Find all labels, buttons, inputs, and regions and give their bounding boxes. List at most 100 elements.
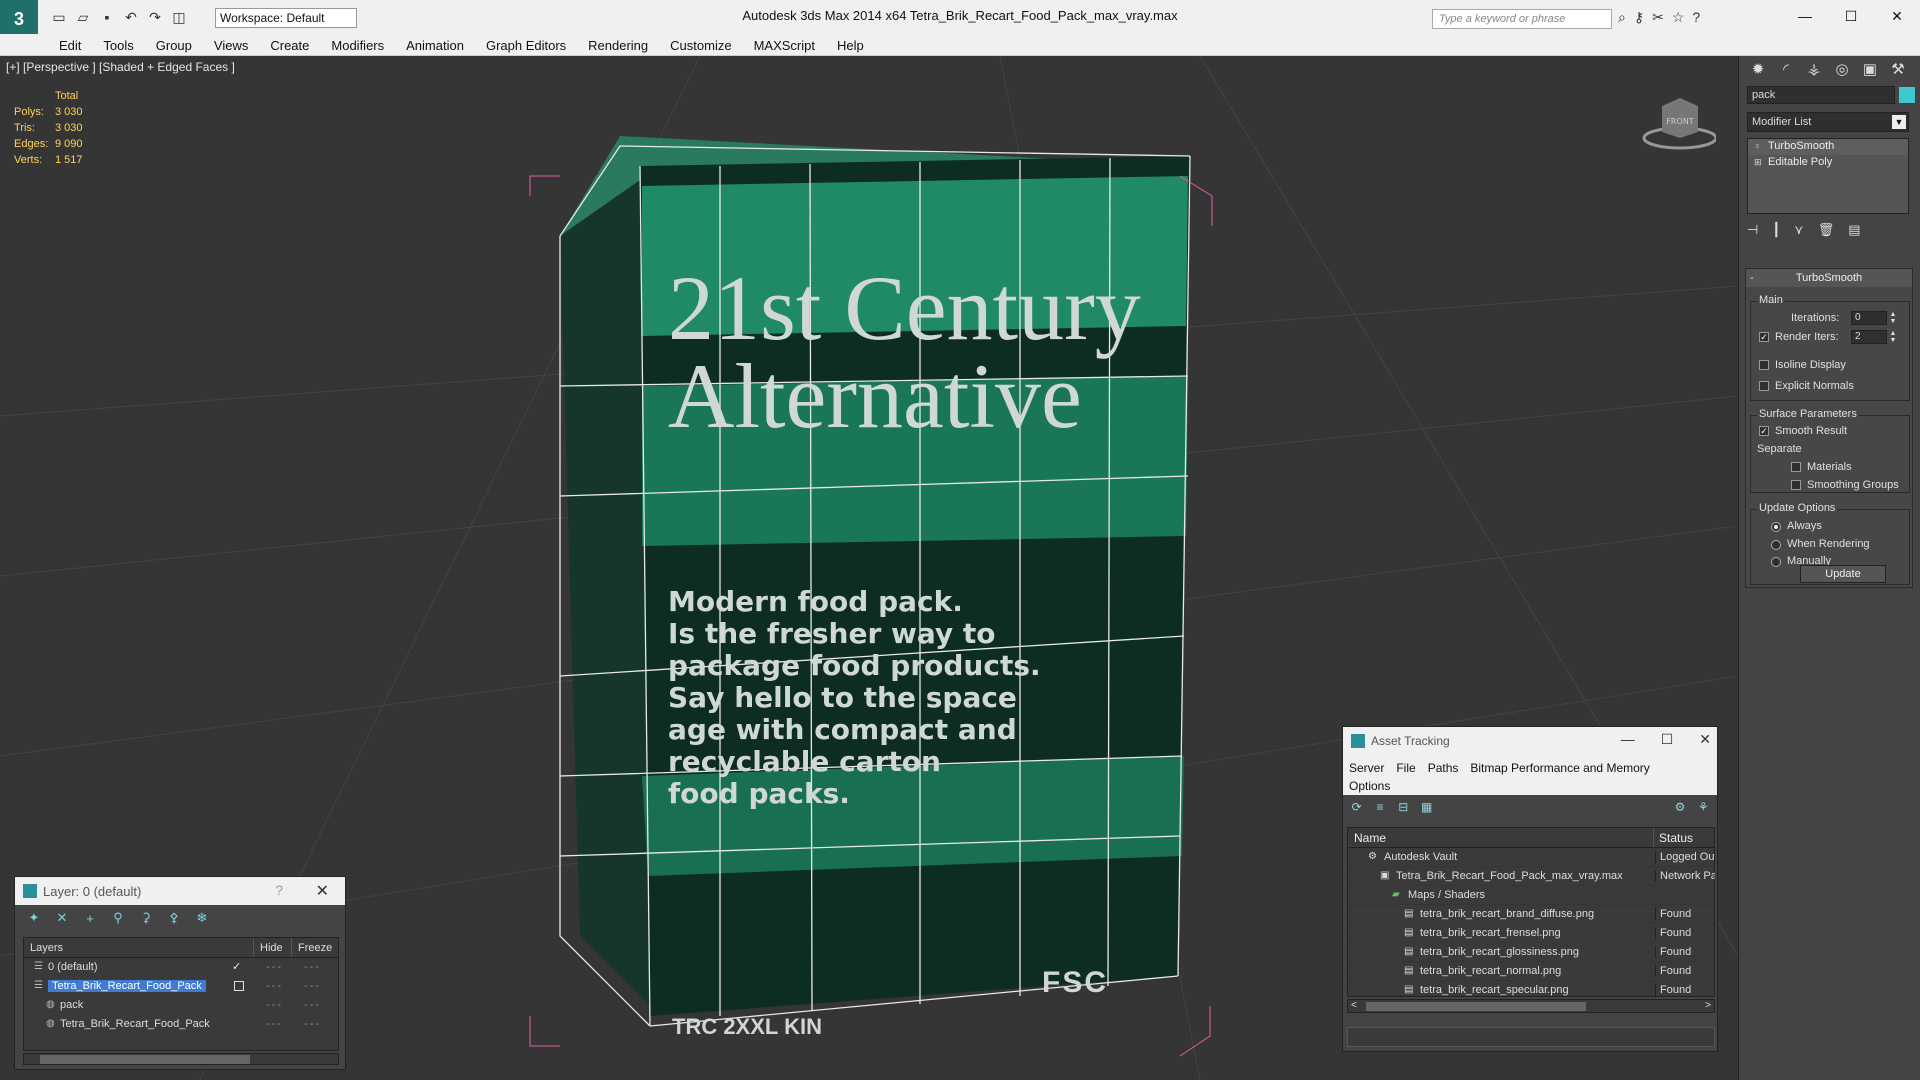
hierarchy-tab-icon[interactable]: ⚶ [1801,56,1827,82]
menu-item-customize[interactable]: Customize [659,34,742,55]
star-icon[interactable]: ☆ [1672,9,1685,26]
hide-toggle[interactable]: --- [266,1018,283,1030]
hide-toggle[interactable]: --- [266,961,283,973]
modifier-list-dropdown[interactable]: Modifier List ▼ [1747,112,1909,132]
close-icon[interactable]: ✕ [1874,0,1920,32]
viewcube[interactable]: FRONT [1640,92,1718,152]
layer-row[interactable]: ☰ Tetra_Brik_Recart_Food_Pack --- --- [24,977,338,996]
smooth-result-checkbox[interactable]: ✓ [1759,426,1769,436]
stack-item-editable-poly[interactable]: ⊞ Editable Poly [1748,155,1908,171]
smoothing-groups-checkbox[interactable] [1791,480,1801,490]
rollout-header[interactable]: - TurboSmooth [1746,269,1912,287]
select-objects-icon[interactable]: ⚲ [109,909,127,927]
asset-menu-server[interactable]: Server [1349,761,1384,775]
manually-radio[interactable] [1771,557,1781,567]
menu-item-graph-editors[interactable]: Graph Editors [475,34,577,55]
tools-icon[interactable]: ✂ [1652,9,1664,26]
minimize-icon[interactable]: — [1621,731,1635,748]
asset-row[interactable]: ▤ tetra_brik_recart_normal.png Found [1348,962,1714,981]
help-icon[interactable]: ? [1692,9,1700,26]
menu-item-maxscript[interactable]: MAXScript [743,34,826,55]
column-layers[interactable]: Layers [24,938,254,957]
refresh-icon[interactable]: ⟳ [1349,799,1364,815]
layer-horizontal-scrollbar[interactable] [23,1053,339,1065]
close-icon[interactable]: ✕ [316,881,329,901]
search-input[interactable]: Type a keyword or phrase [1432,9,1612,29]
update-button[interactable]: Update [1800,565,1886,583]
freeze-toggle[interactable]: --- [304,999,321,1011]
asset-row[interactable]: ▤ tetra_brik_recart_specular.png Found [1348,981,1714,1000]
asset-horizontal-scrollbar[interactable]: < > [1347,999,1715,1013]
maximize-icon[interactable]: ☐ [1661,731,1674,748]
motion-tab-icon[interactable]: ◎ [1829,56,1855,82]
asset-row[interactable]: ⚙ Autodesk Vault Logged Out [1348,848,1715,867]
create-layer-icon[interactable]: ✦ [25,909,43,927]
layer-row[interactable]: ◍ pack --- --- [24,996,338,1015]
menu-item-help[interactable]: Help [826,34,875,55]
asset-row[interactable]: ▤ tetra_brik_recart_frensel.png Found [1348,924,1714,943]
asset-path-field[interactable] [1347,1027,1715,1047]
table-view-icon[interactable]: ▦ [1419,799,1434,815]
asset-row[interactable]: ▤ tetra_brik_recart_brand_diffuse.png Foun… [1348,905,1714,924]
layer-row[interactable]: ◍ Tetra_Brik_Recart_Food_Pack --- --- [24,1015,338,1034]
stack-item-turbosmooth[interactable]: ♀ TurboSmooth [1748,139,1908,155]
asset-menu-paths[interactable]: Paths [1428,761,1459,775]
highlight-layer-icon[interactable]: ⚳ [137,909,155,927]
isoline-display-checkbox[interactable] [1759,360,1769,370]
active-layer-check-icon[interactable]: ✓ [232,960,241,973]
delete-layer-icon[interactable]: ✕ [53,909,71,927]
menu-item-rendering[interactable]: Rendering [577,34,659,55]
object-name-field[interactable]: pack [1747,86,1895,104]
utilities-tab-icon[interactable]: ⚒ [1885,56,1911,82]
vault-connect-icon[interactable]: ⚙ [1672,799,1687,815]
scrollbar-thumb[interactable] [40,1055,250,1064]
key-icon[interactable]: ⚷ [1634,9,1644,26]
menu-item-modifiers[interactable]: Modifiers [320,34,395,55]
spinner-arrows-icon[interactable]: ▲ ▼ [1889,330,1897,344]
asset-row[interactable]: ▰ Maps / Shaders [1348,886,1714,905]
freeze-toggle[interactable]: --- [304,961,321,973]
column-hide[interactable]: Hide [254,938,292,957]
menu-item-create[interactable]: Create [259,34,320,55]
asset-window-titlebar[interactable]: Asset Tracking — ☐ ✕ [1343,727,1717,755]
hide-toggle[interactable]: --- [266,999,283,1011]
lightbulb-icon[interactable]: ♀ [1754,141,1762,151]
menu-item-edit[interactable]: Edit [48,34,92,55]
menu-item-group[interactable]: Group [145,34,203,55]
maximize-icon[interactable]: ☐ [1828,0,1874,32]
make-unique-icon[interactable]: ⋎ [1794,222,1804,238]
column-name[interactable]: Name [1348,828,1654,847]
plus-box-icon[interactable]: ⊞ [1754,157,1762,167]
menu-item-tools[interactable]: Tools [92,34,144,55]
tree-view-icon[interactable]: ⊟ [1396,799,1411,815]
show-end-result-icon[interactable]: ┃ [1772,222,1780,238]
pin-stack-icon[interactable]: ⊣ [1747,222,1758,238]
scroll-right-icon[interactable]: > [1705,1000,1711,1011]
configure-sets-icon[interactable]: ▤ [1848,222,1860,238]
binoculars-icon[interactable]: ⌕ [1618,9,1626,26]
always-radio[interactable] [1771,522,1781,532]
add-to-layer-icon[interactable]: + [81,909,99,927]
display-tab-icon[interactable]: ▣ [1857,56,1883,82]
menu-item-views[interactable]: Views [203,34,259,55]
minimize-icon[interactable]: — [1782,0,1828,32]
scrollbar-thumb[interactable] [1366,1002,1586,1011]
list-view-icon[interactable]: ≡ [1372,799,1387,815]
materials-checkbox[interactable] [1791,462,1801,472]
vault-logout-icon[interactable]: ⚘ [1696,799,1711,815]
asset-menu-bitmap-performance-and-memory[interactable]: Bitmap Performance and Memory [1470,761,1649,775]
create-tab-icon[interactable]: ✹ [1745,56,1771,82]
asset-menu-file[interactable]: File [1396,761,1415,775]
set-active-box-icon[interactable] [234,981,244,991]
modify-tab-icon[interactable]: ◜ [1773,56,1799,82]
scroll-left-icon[interactable]: < [1351,1000,1357,1011]
column-status[interactable]: Status [1654,828,1714,847]
hide-toggle[interactable]: --- [266,980,283,992]
freeze-toggle[interactable]: --- [304,980,321,992]
when-rendering-radio[interactable] [1771,540,1781,550]
column-freeze[interactable]: Freeze [292,938,338,957]
freeze-all-icon[interactable]: ❄ [193,909,211,927]
asset-row[interactable]: ▤ tetra_brik_recart_glossiness.png Found [1348,943,1714,962]
asset-row[interactable]: ▣ Tetra_Brik_Recart_Food_Pack_max_vray.ma… [1348,867,1715,886]
menu-item-animation[interactable]: Animation [395,34,475,55]
